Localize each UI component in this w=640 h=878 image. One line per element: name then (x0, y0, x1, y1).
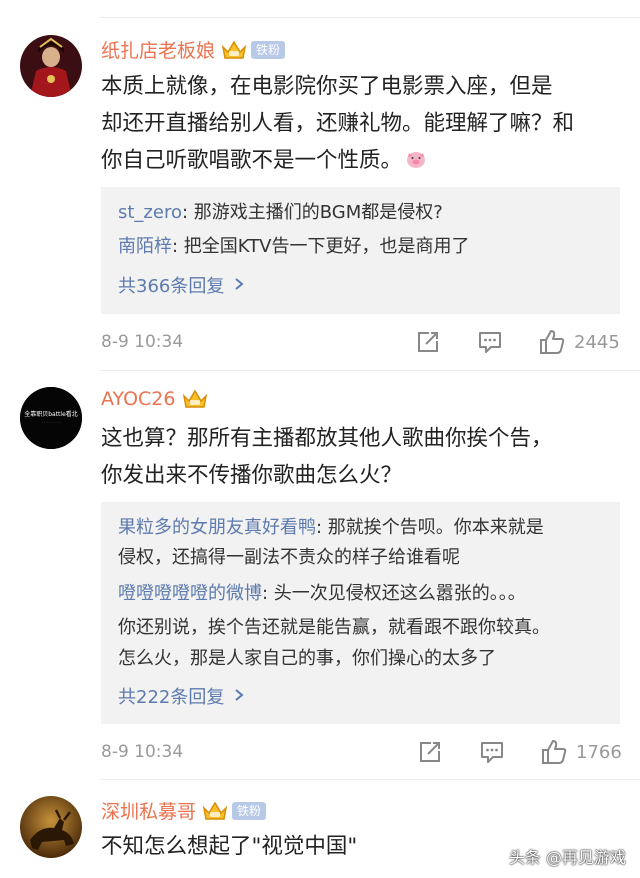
timestamp: 8-9 10:34 (101, 742, 184, 762)
fan-badge: 铁粉 (251, 40, 286, 59)
crown-icon (202, 800, 228, 822)
meta-row: 8-9 10:34 2445 (101, 328, 620, 358)
reply-box: 果粒多的女朋友真好看鸭: 那就挨个告呗。你本来就是 侵权，还搞得一副法不责众的样… (101, 502, 620, 724)
fan-badge: 铁粉 (232, 801, 267, 820)
reply-box: st_zero: 那游戏主播们的BGM都是侵权? 南陌梓: 把全国KTV告一下更… (101, 187, 620, 314)
comment-icon (479, 332, 501, 353)
reply-text: 侵权，还搞得一副法不责众的样子给谁看呢 (118, 547, 460, 568)
reply-text: 怎么火，那是人家自己的事，你们操心的太多了 (118, 648, 496, 669)
repost-icon (420, 742, 440, 762)
avatar-image: 全靠职贝battle看北 · · · · · · · · (20, 387, 82, 449)
reply-item: 噔噔噔噔噔的微博: 头一次见侵权还这么嚣张的。。。 (118, 583, 526, 604)
reply-username[interactable]: 果粒多的女朋友真好看鸭 (118, 517, 316, 538)
username[interactable]: AYOC26 (101, 388, 176, 410)
like-button[interactable]: 2445 (538, 328, 620, 356)
watermark: 头条 @再见游戏 (508, 848, 626, 867)
svg-text:· · · · · · · ·: · · · · · · · · (41, 420, 60, 425)
comment-icon (481, 742, 503, 763)
repost-icon (418, 332, 438, 352)
avatar[interactable]: 全靠职贝battle看北 · · · · · · · · (20, 387, 82, 449)
username[interactable]: 深圳私募哥 (101, 797, 196, 824)
reply-text: 你还别说，挨个告还就是能告赢，就看跟不跟你较真。 (118, 617, 550, 638)
comment-button[interactable] (479, 738, 505, 766)
more-replies-link[interactable]: 共222条回复 (118, 683, 244, 709)
like-count: 1766 (576, 741, 622, 763)
timestamp: 8-9 10:34 (101, 332, 184, 352)
comment-button[interactable] (477, 328, 503, 356)
comment-item: 纸扎店老板娘 铁粉 本质上就像，在电影院你买了电影票入座，但是 却还开直播给别人… (0, 0, 640, 370)
meta-row: 8-9 10:34 1766 (101, 738, 622, 768)
like-icon (540, 330, 565, 354)
svg-text:全靠职贝battle看北: 全靠职贝battle看北 (24, 410, 78, 418)
repost-button[interactable] (415, 328, 441, 356)
crown-icon (182, 388, 208, 410)
more-replies-link[interactable]: 共366条回复 (118, 272, 244, 298)
avatar[interactable] (20, 35, 82, 97)
reply-item: 南陌梓: 把全国KTV告一下更好，也是商用了 (118, 236, 470, 257)
reply-username[interactable]: 南陌梓 (118, 236, 172, 257)
chevron-right-icon (234, 275, 244, 296)
comment-text: 本质上就像，在电影院你买了电影票入座，但是 却还开直播给别人看，还赚礼物。能理解… (101, 68, 631, 182)
comment-item: 全靠职贝battle看北 · · · · · · · · AYOC26 这也算？… (0, 371, 640, 780)
reply-item: st_zero: 那游戏主播们的BGM都是侵权? (118, 202, 443, 223)
reply-username[interactable]: st_zero (118, 202, 182, 223)
chevron-right-icon (234, 686, 244, 707)
username[interactable]: 纸扎店老板娘 (101, 36, 215, 63)
avatar[interactable] (20, 796, 82, 858)
reply-item: 果粒多的女朋友真好看鸭: 那就挨个告呗。你本来就是 (118, 517, 544, 538)
avatar-image (20, 796, 82, 858)
repost-button[interactable] (417, 738, 443, 766)
comment-text: 这也算？那所有主播都放其他人歌曲你挨个告， 你发出来不传播你歌曲怎么火？ (101, 426, 553, 488)
username-row: AYOC26 (101, 388, 208, 410)
crown-icon (221, 39, 247, 61)
like-icon (542, 740, 567, 764)
like-button[interactable]: 1766 (540, 738, 622, 766)
avatar-image (20, 35, 82, 97)
pig-emoji-icon (405, 145, 427, 182)
username-row: 纸扎店老板娘 铁粉 (101, 36, 286, 63)
username-row: 深圳私募哥 铁粉 (101, 797, 267, 824)
reply-username[interactable]: 噔噔噔噔噔的微博 (118, 583, 262, 604)
like-count: 2445 (574, 331, 620, 353)
